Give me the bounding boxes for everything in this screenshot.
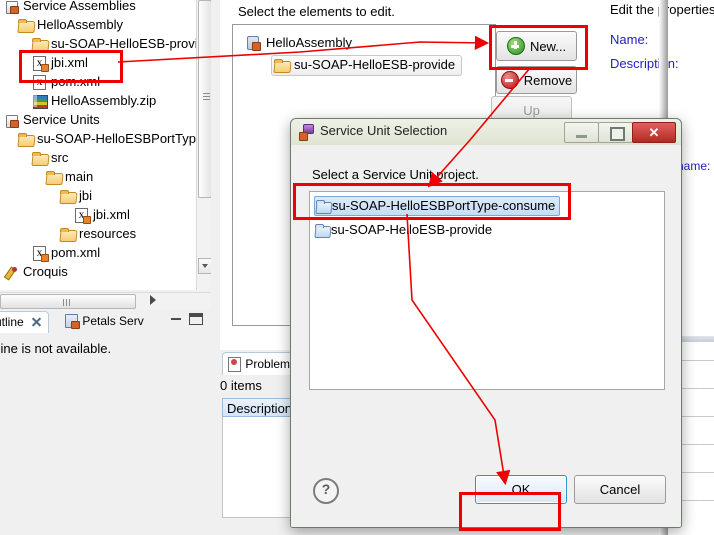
project-folder-icon [314,222,331,238]
scrollbar-thumb[interactable] [198,0,212,198]
assembly-tree-item-content: HelloAssembly [245,33,352,53]
remove-button[interactable]: Remove [496,66,577,94]
assembly-tree-item-label: HelloAssembly [266,35,352,50]
scrollbar-thumb-horizontal[interactable] [0,294,136,309]
annotation-box-ok-button [459,492,561,531]
scrollbar-grip [203,93,210,100]
scroll-down-arrow-icon[interactable] [198,258,212,274]
problems-icon [227,357,242,372]
category-icon [4,112,20,128]
folder-icon [46,169,62,185]
annotation-box-new-button [489,25,588,70]
assembly-tree-item-label: su-SOAP-HelloESB-provide [294,57,456,72]
folder-icon [18,131,34,147]
service-assembly-icon [245,35,262,51]
minimize-icon[interactable] [171,315,181,320]
properties-description-label: Description: [610,56,679,71]
service-unit-selection-dialog: Service Unit Selection ✕ Select a Servic… [290,118,682,528]
help-button[interactable]: ? [313,478,339,504]
assembly-tree-item-content: su-SOAP-HelloESB-provide [271,54,463,76]
outline-empty-message: tline is not available. [0,341,112,356]
close-window-button[interactable]: ✕ [632,122,676,143]
category-icon [4,0,20,14]
xml-file-icon [32,245,49,262]
editor-hint-text: Select the elements to edit. [238,4,395,19]
tree-item-label: Croquis [23,264,68,279]
outline-tab-bar: utline Petals Serv [0,309,211,333]
tree-item[interactable]: Croquis [4,261,68,283]
problems-item-count: 0 items [220,378,262,393]
dialog-title-bar[interactable]: Service Unit Selection ✕ [291,119,681,146]
maximize-window-button[interactable] [598,122,633,143]
minimize-window-button[interactable] [564,122,599,143]
folder-icon [60,226,76,242]
service-unit-icon [274,57,290,73]
tab-outline[interactable]: utline [0,311,50,333]
close-icon[interactable] [31,316,42,327]
annotation-box-jbi-xml [19,50,123,83]
folder-icon [18,17,34,33]
tab-problems-label: Problem [245,357,291,371]
tab-petals-label: Petals Serv [82,314,144,328]
eclipse-workbench: Service Assemblies HelloAssembly su-SOAP-H… [0,0,714,535]
service-unit-list-item[interactable]: su-SOAP-HelloESB-provide [314,220,492,240]
explorer-vertical-scrollbar[interactable] [196,0,212,290]
project-explorer-tree[interactable]: Service Assemblies HelloAssembly su-SOAP-H… [0,0,196,290]
minus-circle-icon [500,71,519,89]
cancel-button[interactable]: Cancel [574,475,666,504]
dialog-prompt-text: Select a Service Unit project. [312,167,479,182]
assembly-tree-item[interactable]: HelloAssembly [245,33,352,53]
tab-petals-services[interactable]: Petals Serv [60,311,148,332]
outline-view-panel: utline Petals Serv tline is not availabl… [0,309,211,535]
properties-name-label-secondary: name: [677,159,711,173]
scrollbar-grip-horizontal [63,299,72,306]
vertical-splitter[interactable] [211,0,220,535]
petals-services-icon [64,314,80,329]
service-unit-project-list[interactable]: su-SOAP-HelloESBPortType-consume su-SOAP-… [309,191,665,390]
service-unit-list-item-label: su-SOAP-HelloESB-provide [331,222,493,237]
folder-icon [32,150,48,166]
up-button-label: Up [523,102,540,118]
scroll-right-arrow-icon[interactable] [150,295,156,305]
croquis-icon [4,264,20,280]
remove-button-label: Remove [523,72,573,88]
dialog-title-text: Service Unit Selection [320,123,448,138]
xml-file-icon [74,207,91,224]
tab-problems[interactable]: Problem [222,352,296,375]
annotation-box-consume-item [293,183,571,220]
explorer-horizontal-scrollbar[interactable] [0,292,211,309]
properties-name-label: Name: [610,32,649,47]
service-unit-icon [299,124,315,141]
maximize-icon[interactable] [189,313,203,325]
outline-view-body: tline is not available. [0,333,211,535]
assembly-tree-item[interactable]: su-SOAP-HelloESB-provide [271,54,463,76]
zip-file-icon [32,93,48,109]
folder-icon [60,188,76,204]
tab-outline-label: utline [0,315,24,329]
